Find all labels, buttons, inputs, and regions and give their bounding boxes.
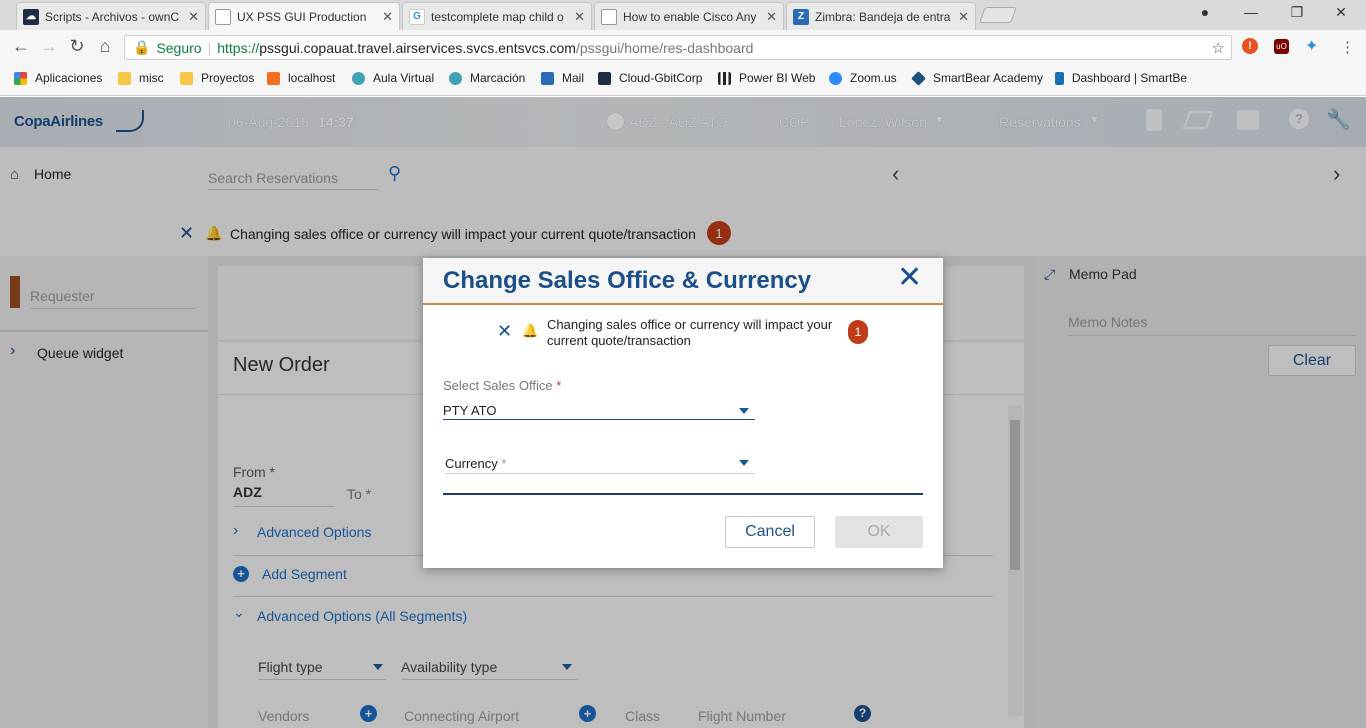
bookmark-dashboard[interactable]: Dashboard | SmartBe xyxy=(1055,71,1187,85)
bookmark-misc[interactable]: misc xyxy=(118,71,164,85)
bookmark-powerbi[interactable]: Power BI Web xyxy=(718,71,815,85)
bookmark-localhost[interactable]: localhost xyxy=(267,71,335,85)
url-host: pssgui.copauat.travel.airservices.svcs.e… xyxy=(259,39,576,56)
browser-tab-2[interactable]: UX PSS GUI Production ✕ xyxy=(208,2,400,31)
address-bar[interactable]: 🔒 Seguro | https:// pssgui.copauat.trave… xyxy=(124,35,1232,60)
reload-icon[interactable]: ↻ xyxy=(66,36,88,57)
folder-icon xyxy=(118,71,131,85)
sales-office-select[interactable]: PTY ATO xyxy=(443,403,755,420)
close-tab-icon[interactable]: ✕ xyxy=(958,9,969,25)
bell-icon: 🔔 xyxy=(522,323,539,338)
dropdown-caret-icon xyxy=(739,460,749,466)
sales-office-label-text: Select Sales Office xyxy=(443,378,553,393)
browser-tab-1[interactable]: ☁ Scripts - Archivos - ownC ✕ xyxy=(16,2,206,30)
home-icon[interactable]: ⌂ xyxy=(94,36,116,57)
currency-label: Currency xyxy=(445,456,498,471)
page-icon xyxy=(1055,71,1064,85)
bookmark-label: Cloud-GbitCorp xyxy=(619,71,703,85)
page-icon xyxy=(215,9,231,25)
bookmark-label: Aplicaciones xyxy=(35,71,103,85)
tab-title: Zimbra: Bandeja de entra xyxy=(815,9,951,24)
required-mark: * xyxy=(556,378,562,393)
globe-icon xyxy=(449,71,462,85)
bookmark-zoom[interactable]: Zoom.us xyxy=(829,71,897,85)
url-path: /pssgui/home/res-dashboard xyxy=(575,39,754,56)
url-prefix: https:// xyxy=(217,39,260,56)
close-tab-icon[interactable]: ✕ xyxy=(188,9,199,25)
google-icon: G xyxy=(409,8,425,25)
bookmark-proyectos[interactable]: Proyectos xyxy=(180,71,254,85)
tab-title: How to enable Cisco Any xyxy=(623,9,757,24)
browser-tab-5[interactable]: Z Zimbra: Bandeja de entra ✕ xyxy=(786,2,976,30)
bookmark-smartbear[interactable]: SmartBear Academy xyxy=(911,70,1044,86)
page-icon xyxy=(601,8,617,25)
bookmark-marcacion[interactable]: Marcación xyxy=(449,71,525,85)
tab-title: testcomplete map child o xyxy=(431,9,564,24)
bookmark-label: Dashboard | SmartBe xyxy=(1071,71,1187,85)
bookmark-label: localhost xyxy=(288,71,336,85)
bookmark-label: Proyectos xyxy=(201,71,255,85)
bookmark-star-icon[interactable]: ☆ xyxy=(1212,39,1225,57)
new-tab-button[interactable] xyxy=(979,7,1017,23)
maximize-button[interactable]: ❐ xyxy=(1282,4,1312,21)
currency-select[interactable]: Currency * xyxy=(445,456,755,474)
zoom-icon xyxy=(829,71,842,85)
change-sales-office-dialog: Change Sales Office & Currency ✕ ✕ 🔔 Cha… xyxy=(423,258,943,568)
browser-tab-4[interactable]: How to enable Cisco Any ✕ xyxy=(594,2,784,30)
cloud-icon: ☁ xyxy=(23,8,39,25)
bookmark-label: Power BI Web xyxy=(739,71,816,85)
browser-tab-strip: ☁ Scripts - Archivos - ownC ✕ UX PSS GUI… xyxy=(0,0,1366,31)
close-tab-icon[interactable]: ✕ xyxy=(574,9,585,25)
dialog-warning-badge: 1 xyxy=(848,320,868,344)
bookmark-apps[interactable]: Aplicaciones xyxy=(14,71,102,85)
back-icon[interactable]: ← xyxy=(10,36,32,57)
dismiss-warning-icon[interactable]: ✕ xyxy=(497,321,512,342)
menu-kebab-icon[interactable]: ⋮ xyxy=(1340,38,1355,56)
bookmark-label: misc xyxy=(139,71,164,85)
minimize-button[interactable]: — xyxy=(1236,4,1266,20)
close-dialog-icon[interactable]: ✕ xyxy=(897,260,922,295)
cancel-button[interactable]: Cancel xyxy=(725,516,815,548)
close-window-button[interactable]: ✕ xyxy=(1326,4,1356,21)
bookmark-label: Zoom.us xyxy=(850,71,897,85)
zimbra-icon xyxy=(541,71,554,85)
bookmark-label: Aula Virtual xyxy=(373,71,435,85)
lock-icon: 🔒 xyxy=(133,39,151,55)
smartbear-icon xyxy=(911,70,926,86)
zimbra-icon: Z xyxy=(793,8,809,25)
chart-icon xyxy=(718,71,731,85)
currency-underline xyxy=(443,493,923,495)
alert-extension-icon[interactable]: ! xyxy=(1242,38,1258,54)
bookmark-label: SmartBear Academy xyxy=(933,71,1044,85)
tab-title: Scripts - Archivos - ownC xyxy=(45,9,180,24)
extension-icon[interactable]: ✦ xyxy=(1305,36,1318,56)
dropdown-caret-icon xyxy=(739,408,749,414)
bookmark-label: Marcación xyxy=(470,71,526,85)
bookmark-aula-virtual[interactable]: Aula Virtual xyxy=(352,71,434,85)
forward-icon[interactable]: → xyxy=(38,36,60,57)
tab-title: UX PSS GUI Production xyxy=(237,10,367,24)
sales-office-label: Select Sales Office * xyxy=(443,378,561,393)
browser-tab-3[interactable]: G testcomplete map child o ✕ xyxy=(402,2,592,30)
globe-icon xyxy=(352,71,365,85)
dialog-header: Change Sales Office & Currency ✕ xyxy=(423,258,943,305)
dialog-title: Change Sales Office & Currency xyxy=(443,267,812,294)
ok-button[interactable]: OK xyxy=(835,516,923,548)
bookmark-mail[interactable]: Mail xyxy=(541,71,584,85)
secure-label: Seguro xyxy=(156,39,202,56)
apps-grid-icon xyxy=(14,71,27,85)
dialog-warning-text: Changing sales office or currency will i… xyxy=(547,317,833,348)
cloud-icon xyxy=(598,71,611,85)
bookmark-label: Mail xyxy=(562,71,585,85)
xampp-icon xyxy=(267,71,280,85)
ublock-icon[interactable]: uO xyxy=(1274,39,1289,54)
folder-icon xyxy=(180,71,193,85)
close-tab-icon[interactable]: ✕ xyxy=(382,9,393,25)
required-mark: * xyxy=(501,456,507,471)
bookmark-cloud[interactable]: Cloud-GbitCorp xyxy=(598,71,702,85)
close-tab-icon[interactable]: ✕ xyxy=(766,9,777,25)
profile-icon[interactable]: ● xyxy=(1190,4,1220,20)
